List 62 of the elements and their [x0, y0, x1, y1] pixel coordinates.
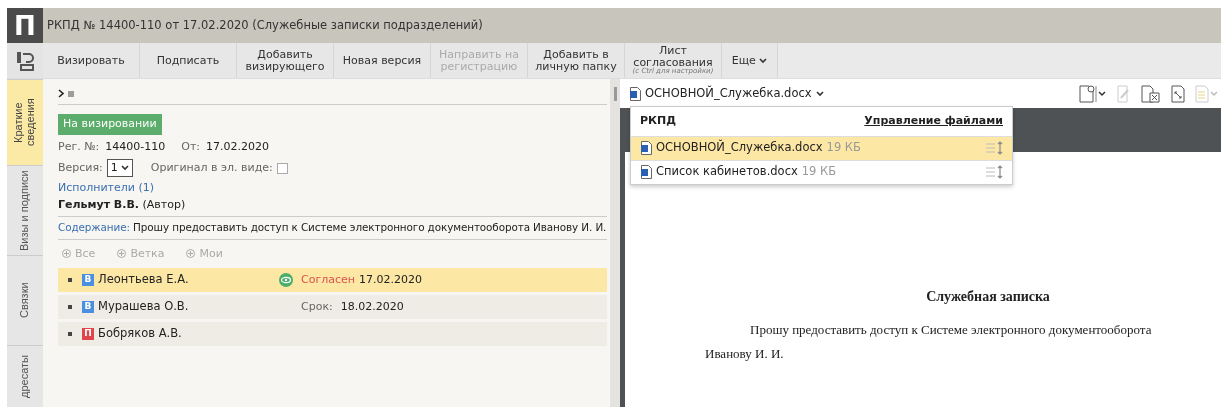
status-badge: На визировании	[58, 114, 162, 135]
content-text: Содержание: Прошу предоставить доступ к Системе электронного документооборота Иванову И. И.	[58, 221, 607, 233]
checkbox[interactable]	[276, 162, 288, 174]
type-badge: П	[82, 328, 94, 341]
bullet-icon	[68, 332, 72, 337]
approval-status: Согласен	[301, 271, 355, 288]
caret-icon	[815, 90, 824, 97]
window-title: РКПД № 14400-110 от 17.02.2020 (Служебные записки подразделений)	[46, 16, 483, 34]
field-label: Оригинал в эл. виде:	[150, 159, 273, 176]
document-heading: Служебная записка	[925, 289, 1051, 306]
side-tab[interactable]: дресаты	[7, 345, 43, 407]
field-label: Рег. №:	[58, 138, 100, 155]
version-select[interactable]: 1	[106, 159, 133, 177]
word-file-icon	[641, 141, 652, 155]
file-name: Список кабинетов.docx	[656, 163, 798, 181]
reorder-icon[interactable]	[986, 165, 1004, 179]
approver-name: Мурашева О.В.	[98, 298, 190, 316]
executors-link[interactable]: Исполнители (1)	[58, 181, 154, 194]
field-label: От:	[181, 138, 201, 155]
caret-icon	[120, 165, 129, 171]
manage-files-link[interactable]: Управление файлами	[864, 113, 1003, 130]
file-size: 19 КБ	[801, 163, 837, 181]
return-icon[interactable]	[15, 49, 35, 72]
compare-icon[interactable]	[1141, 84, 1161, 103]
file-selector[interactable]: ОСНОВНОЙ_Служебка.docx	[630, 84, 824, 103]
field-value: 14400-110	[105, 138, 166, 155]
new-page-icon[interactable]	[1079, 84, 1107, 103]
approver-row[interactable]: П Бобряков А.В.	[58, 322, 607, 347]
side-tab[interactable]: Связки	[7, 255, 43, 345]
splitter-handle-icon[interactable]	[613, 87, 617, 101]
approval-date: 17.02.2020	[358, 271, 422, 288]
chevron-icon[interactable]	[58, 89, 65, 98]
plus-circle-icon	[62, 249, 71, 259]
approver-name: Леонтьева Е.А.	[98, 271, 190, 289]
type-badge: В	[82, 274, 94, 287]
file-name: ОСНОВНОЙ_Служебка.docx	[656, 139, 823, 157]
dropdown-title: РКПД	[640, 113, 677, 129]
file-size: 19 КБ	[826, 139, 861, 157]
side-tab[interactable]: Визы и подписи	[7, 165, 43, 255]
expand-icon[interactable]	[1171, 84, 1185, 103]
approver-row[interactable]: В Мурашева О.В. Срок: 18.02.2020	[58, 295, 607, 320]
bullet-icon	[68, 305, 72, 310]
approver-row[interactable]: В Леонтьева Е.А. Согласен 17.02.2020	[58, 268, 607, 293]
author-text: Гельмут В.В. (Автор)	[58, 196, 187, 213]
caret-icon	[759, 57, 768, 64]
word-file-icon	[641, 165, 652, 179]
document-text: Прошу предоставить доступ к Системе электронного документооборота Иванову И. И.	[705, 320, 1153, 363]
approver-name: Бобряков А.В.	[98, 325, 183, 343]
field-label: Версия:	[58, 159, 103, 176]
file-item[interactable]: Список кабинетов.docx 19 КБ	[631, 159, 1012, 184]
plus-circle-icon	[117, 249, 127, 259]
plus-circle-icon	[186, 249, 196, 259]
side-tab[interactable]: Краткие сведения	[7, 79, 43, 165]
type-badge: В	[82, 301, 94, 314]
bullet-icon	[68, 278, 72, 283]
word-file-icon	[630, 86, 641, 101]
file-item[interactable]: ОСНОВНОЙ_Служебка.docx 19 КБ	[631, 135, 1012, 160]
approval-date: 18.02.2020	[340, 298, 404, 315]
deadline-label: Срок:	[301, 298, 333, 315]
field-value: 17.02.2020	[206, 138, 270, 155]
reorder-icon[interactable]	[986, 141, 1004, 155]
app-logo: П	[7, 8, 43, 43]
